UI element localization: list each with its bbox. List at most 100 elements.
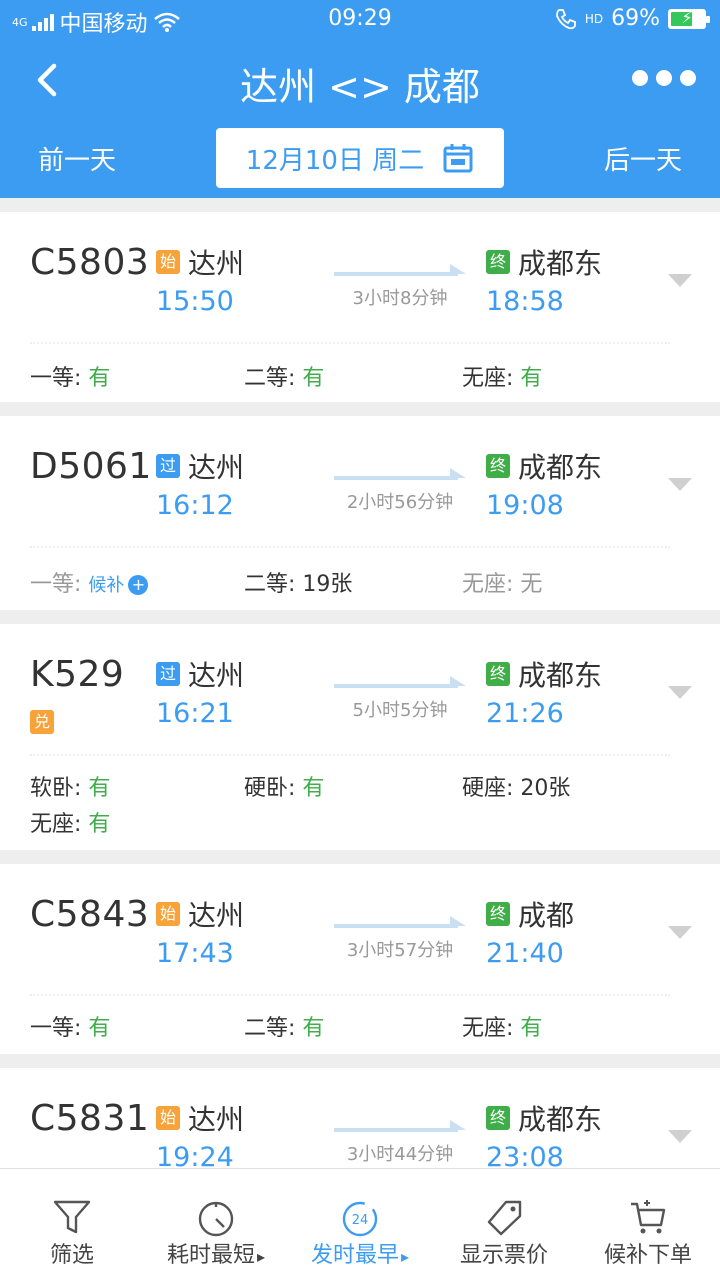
expand-caret-icon[interactable] xyxy=(668,926,692,940)
seat-availability: 二等: 19张 xyxy=(244,572,353,597)
route-arrow-icon xyxy=(334,916,466,928)
waitlist-order-button[interactable]: 候补下单 xyxy=(576,1169,720,1280)
arrival-time: 21:26 xyxy=(486,698,564,729)
sort-caret-icon: ▸ xyxy=(256,1247,266,1266)
departure-time: 16:21 xyxy=(156,698,234,729)
clock-24-icon: 24 xyxy=(342,1201,378,1237)
departure-station: 达州 xyxy=(188,1103,245,1136)
call-icon xyxy=(555,8,576,29)
train-card[interactable]: C5831 始 达州 19:24 3小时44分钟 终 成都东 23:08 xyxy=(0,1068,720,1168)
battery-icon: ⚡ xyxy=(668,8,710,29)
filter-button[interactable]: 筛选 xyxy=(0,1169,144,1280)
train-number: C5831 xyxy=(30,1098,150,1139)
prev-day-button[interactable]: 前一天 xyxy=(38,140,116,177)
exchange-tag: 兑 xyxy=(30,710,54,734)
train-card[interactable]: C5803 始 达州 15:50 3小时8分钟 终 成都东 18:58 一等: … xyxy=(0,212,720,402)
seat-availability: 无座: 有 xyxy=(462,1016,543,1041)
seat-availability: 一等: 有 xyxy=(30,366,111,391)
train-number: K529 xyxy=(30,654,125,695)
travel-duration: 2小时56分钟 xyxy=(346,492,454,513)
sort-shortest-button[interactable]: 耗时最短 ▸ xyxy=(144,1169,288,1280)
departure-time: 16:12 xyxy=(156,490,234,521)
clock-24-text: 24 xyxy=(352,1213,369,1228)
origin-tag: 始 xyxy=(156,1106,180,1130)
sort-earliest-button[interactable]: 24 发时最早 ▸ xyxy=(288,1169,432,1280)
show-price-button[interactable]: 显示票价 xyxy=(432,1169,576,1280)
expand-caret-icon[interactable] xyxy=(668,686,692,700)
train-card[interactable]: D5061 过 达州 16:12 2小时56分钟 终 成都东 19:08 一等:… xyxy=(0,416,720,610)
date-bar: 前一天 12月10日 周二 后一天 xyxy=(0,126,720,190)
train-number: C5843 xyxy=(30,894,150,935)
date-picker-button[interactable]: 12月10日 周二 xyxy=(216,128,504,188)
train-number: D5061 xyxy=(30,446,152,487)
arrival-station: 成都东 xyxy=(518,451,603,484)
status-bar: 4G 中国移动 09:29 HD 69% ⚡ xyxy=(0,0,720,40)
seat-availability: 二等: 有 xyxy=(244,366,325,391)
add-waitlist-icon[interactable]: + xyxy=(128,575,149,595)
terminal-tag: 终 xyxy=(486,250,510,274)
more-options-icon[interactable] xyxy=(632,70,696,88)
header: 4G 中国移动 09:29 HD 69% ⚡ 达州 <> 成都 前一天 12月1… xyxy=(0,0,720,198)
seat-availability: 无座: 无 xyxy=(462,572,543,597)
route-arrow-icon xyxy=(334,676,466,688)
filter-label: 筛选 xyxy=(49,1243,94,1268)
route-arrow-icon xyxy=(334,264,466,276)
seat-availability: 硬座: 20张 xyxy=(462,776,571,801)
arrival-station: 成都东 xyxy=(518,247,603,280)
departure-time: 15:50 xyxy=(156,286,234,317)
origin-tag: 始 xyxy=(156,902,180,926)
expand-caret-icon[interactable] xyxy=(668,478,692,492)
seat-availability: 无座: 有 xyxy=(30,812,111,837)
departure-time: 19:24 xyxy=(156,1142,234,1168)
train-list[interactable]: C5803 始 达州 15:50 3小时8分钟 终 成都东 18:58 一等: … xyxy=(0,198,720,1168)
divider xyxy=(30,342,670,344)
sort-shortest-label: 耗时最短 ▸ xyxy=(166,1243,266,1268)
terminal-tag: 终 xyxy=(486,454,510,478)
page-title: 达州 <> 成都 xyxy=(240,65,480,109)
bottom-toolbar: 筛选 耗时最短 ▸ 24 发时最早 ▸ 显示票价 候补下单 xyxy=(0,1168,720,1280)
departure-station: 达州 xyxy=(188,451,245,484)
price-tag-icon xyxy=(487,1200,522,1236)
arrival-station: 成都东 xyxy=(518,659,603,692)
expand-caret-icon[interactable] xyxy=(668,1130,692,1144)
sort-earliest-label: 发时最早 ▸ xyxy=(310,1243,410,1268)
stopwatch-icon xyxy=(198,1201,234,1237)
expand-caret-icon[interactable] xyxy=(668,274,692,288)
seat-availability: 二等: 有 xyxy=(244,1016,325,1041)
seat-availability: 无座: 有 xyxy=(462,366,543,391)
travel-duration: 3小时44分钟 xyxy=(346,1144,454,1165)
departure-station: 达州 xyxy=(188,899,245,932)
travel-duration: 3小时8分钟 xyxy=(352,288,448,309)
seat-availability: 软卧: 有 xyxy=(30,776,111,801)
filter-funnel-icon xyxy=(53,1200,91,1234)
train-card[interactable]: K529 兑 过 达州 16:21 5小时5分钟 终 成都东 21:26 软卧:… xyxy=(0,624,720,850)
route-arrow-icon xyxy=(334,1120,466,1132)
next-day-button[interactable]: 后一天 xyxy=(604,140,682,177)
nav-bar: 达州 <> 成都 xyxy=(0,48,720,112)
calendar-icon xyxy=(443,144,473,173)
terminal-tag: 终 xyxy=(486,1106,510,1130)
waitlist-order-label: 候补下单 xyxy=(603,1243,692,1268)
waitlist-link[interactable]: 候补 xyxy=(88,575,124,596)
travel-duration: 5小时5分钟 xyxy=(352,700,448,721)
hd-label: HD xyxy=(584,11,604,26)
terminal-tag: 终 xyxy=(486,662,510,686)
departure-time: 17:43 xyxy=(156,938,234,969)
train-card[interactable]: C5843 始 达州 17:43 3小时57分钟 终 成都 21:40 一等: … xyxy=(0,864,720,1054)
train-number: C5803 xyxy=(30,242,150,283)
seat-availability: 一等: 候补 + xyxy=(30,566,149,598)
selected-date: 12月10日 周二 xyxy=(245,145,425,176)
route-arrow-icon xyxy=(334,468,466,480)
seat-availability: 一等: 有 xyxy=(30,1016,111,1041)
departure-station: 达州 xyxy=(188,247,245,280)
pass-through-tag: 过 xyxy=(156,454,180,478)
terminal-tag: 终 xyxy=(486,902,510,926)
arrival-time: 21:40 xyxy=(486,938,564,969)
back-arrow-icon[interactable] xyxy=(28,58,72,102)
battery-percent: 69% xyxy=(611,6,660,31)
divider xyxy=(30,994,670,996)
departure-station: 达州 xyxy=(188,659,245,692)
divider xyxy=(30,546,670,548)
seat-availability: 硬卧: 有 xyxy=(244,776,325,801)
arrival-time: 19:08 xyxy=(486,490,564,521)
